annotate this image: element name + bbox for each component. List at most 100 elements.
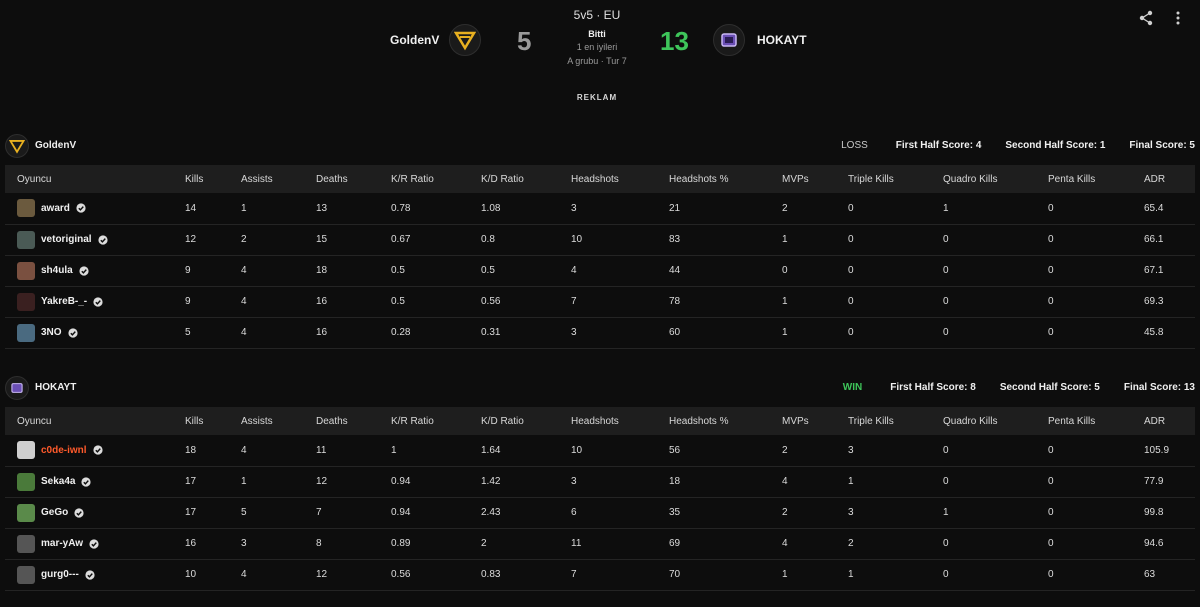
column-header[interactable]: Triple Kills — [836, 407, 931, 435]
player-name[interactable]: award — [41, 203, 70, 214]
player-cell[interactable]: vetoriginal — [5, 224, 173, 256]
player-link[interactable]: vetoriginal — [17, 230, 173, 249]
column-header[interactable]: Triple Kills — [836, 165, 931, 193]
player-link[interactable]: Seka4a — [17, 472, 173, 491]
player-name[interactable]: sh4ula — [41, 265, 73, 276]
column-header[interactable]: Headshots — [559, 407, 657, 435]
player-name[interactable]: gurg0--- — [41, 569, 79, 580]
column-header[interactable]: Assists — [229, 165, 304, 193]
column-header[interactable]: ADR — [1132, 165, 1195, 193]
column-header[interactable]: Oyuncu — [5, 165, 173, 193]
stat-cell: 1 — [931, 497, 1036, 529]
stat-cell: 3 — [836, 497, 931, 529]
player-link[interactable]: 3NO — [17, 323, 173, 342]
stat-cell: 0 — [931, 435, 1036, 467]
player-cell[interactable]: GeGo — [5, 497, 173, 529]
player-name[interactable]: YakreB-_- — [41, 296, 87, 307]
column-header[interactable]: Assists — [229, 407, 304, 435]
stat-cell: 0 — [1036, 317, 1132, 349]
player-cell[interactable]: Seka4a — [5, 466, 173, 498]
match-status: Bitti — [588, 29, 606, 39]
column-header[interactable]: MVPs — [770, 165, 836, 193]
stat-cell: 17 — [173, 497, 229, 529]
stat-cell: 1.64 — [469, 435, 559, 467]
player-cell[interactable]: c0de-iwnl — [5, 435, 173, 467]
stat-cell: 4 — [770, 466, 836, 498]
stat-cell: 12 — [304, 559, 379, 591]
stat-cell: 4 — [229, 559, 304, 591]
player-link[interactable]: c0de-iwnl — [17, 441, 173, 460]
stat-cell: 1 — [770, 286, 836, 318]
stat-cell: 83 — [657, 224, 770, 256]
player-link[interactable]: GeGo — [17, 503, 173, 522]
final-score: Final Score: 13 — [1123, 382, 1195, 393]
player-cell[interactable]: 3NO — [5, 317, 173, 349]
first-half-score: First Half Score: 8 — [890, 382, 976, 393]
player-link[interactable]: YakreB-_- — [17, 292, 173, 311]
verified-badge-icon — [67, 327, 78, 338]
player-name[interactable]: 3NO — [41, 327, 62, 338]
player-link[interactable]: award — [17, 199, 173, 218]
match-result: LOSS — [841, 140, 868, 151]
player-cell[interactable]: award — [5, 193, 173, 225]
column-header[interactable]: Deaths — [304, 407, 379, 435]
column-header[interactable]: Headshots % — [657, 165, 770, 193]
stat-cell: 1 — [229, 193, 304, 225]
stat-cell: 11 — [304, 435, 379, 467]
team-right-name[interactable]: HOKAYT — [757, 33, 807, 47]
hokayt-small-logo-icon — [5, 376, 29, 400]
player-link[interactable]: gurg0--- — [17, 565, 173, 584]
stat-cell: 16 — [173, 528, 229, 560]
team-summary: GoldenV LOSS First Half Score: 4 Second … — [5, 131, 1195, 165]
column-header[interactable]: Kills — [173, 165, 229, 193]
column-header[interactable]: MVPs — [770, 407, 836, 435]
first-half-score: First Half Score: 4 — [895, 140, 982, 151]
team-section-goldenv: GoldenV LOSS First Half Score: 4 Second … — [5, 131, 1195, 349]
table-row: mar-yAw 16 3 8 0.89 2 11 69 4 2 0 0 94.6 — [5, 528, 1195, 560]
player-cell[interactable]: mar-yAw — [5, 528, 173, 560]
player-name[interactable]: c0de-iwnl — [41, 445, 87, 456]
player-name[interactable]: Seka4a — [41, 476, 75, 487]
column-header[interactable]: K/D Ratio — [469, 407, 559, 435]
player-cell[interactable]: gurg0--- — [5, 559, 173, 591]
stat-cell: 18 — [173, 435, 229, 467]
column-header[interactable]: Headshots % — [657, 407, 770, 435]
column-header[interactable]: Kills — [173, 407, 229, 435]
column-header[interactable]: Penta Kills — [1036, 165, 1132, 193]
stat-cell: 16 — [304, 317, 379, 349]
share-icon[interactable] — [1138, 10, 1154, 26]
team-left-name[interactable]: GoldenV — [390, 33, 439, 47]
avatar — [17, 292, 35, 311]
column-header[interactable]: Headshots — [559, 165, 657, 193]
stat-cell: 13 — [304, 193, 379, 225]
stat-cell: 7 — [559, 559, 657, 591]
column-header[interactable]: Penta Kills — [1036, 407, 1132, 435]
stat-cell: 69.3 — [1132, 286, 1195, 318]
player-cell[interactable]: sh4ula — [5, 255, 173, 287]
player-link[interactable]: mar-yAw — [17, 534, 173, 553]
column-header[interactable]: Oyuncu — [5, 407, 173, 435]
more-options-icon[interactable] — [1170, 10, 1186, 26]
column-header[interactable]: ADR — [1132, 407, 1195, 435]
stat-cell: 0 — [1036, 224, 1132, 256]
stat-cell: 0 — [836, 255, 931, 287]
hokayt-logo-icon[interactable] — [713, 24, 745, 56]
column-header[interactable]: K/D Ratio — [469, 165, 559, 193]
stat-cell: 0 — [1036, 466, 1132, 498]
table-row: sh4ula 9 4 18 0.5 0.5 4 44 0 0 0 0 67.1 — [5, 255, 1195, 287]
table-row: c0de-iwnl 18 4 11 1 1.64 10 56 2 3 0 0 105.9 — [5, 435, 1195, 467]
player-name[interactable]: mar-yAw — [41, 538, 83, 549]
column-header[interactable]: K/R Ratio — [379, 165, 469, 193]
stat-cell: 16 — [304, 286, 379, 318]
player-cell[interactable]: YakreB-_- — [5, 286, 173, 318]
goldenv-logo-icon[interactable] — [449, 24, 481, 56]
column-header[interactable]: Quadro Kills — [931, 165, 1036, 193]
column-header[interactable]: Deaths — [304, 165, 379, 193]
column-header[interactable]: Quadro Kills — [931, 407, 1036, 435]
player-name[interactable]: GeGo — [41, 507, 68, 518]
stat-cell: 1 — [770, 224, 836, 256]
player-link[interactable]: sh4ula — [17, 261, 173, 280]
column-header[interactable]: K/R Ratio — [379, 407, 469, 435]
player-name[interactable]: vetoriginal — [41, 234, 92, 245]
stat-cell: 9 — [173, 286, 229, 318]
